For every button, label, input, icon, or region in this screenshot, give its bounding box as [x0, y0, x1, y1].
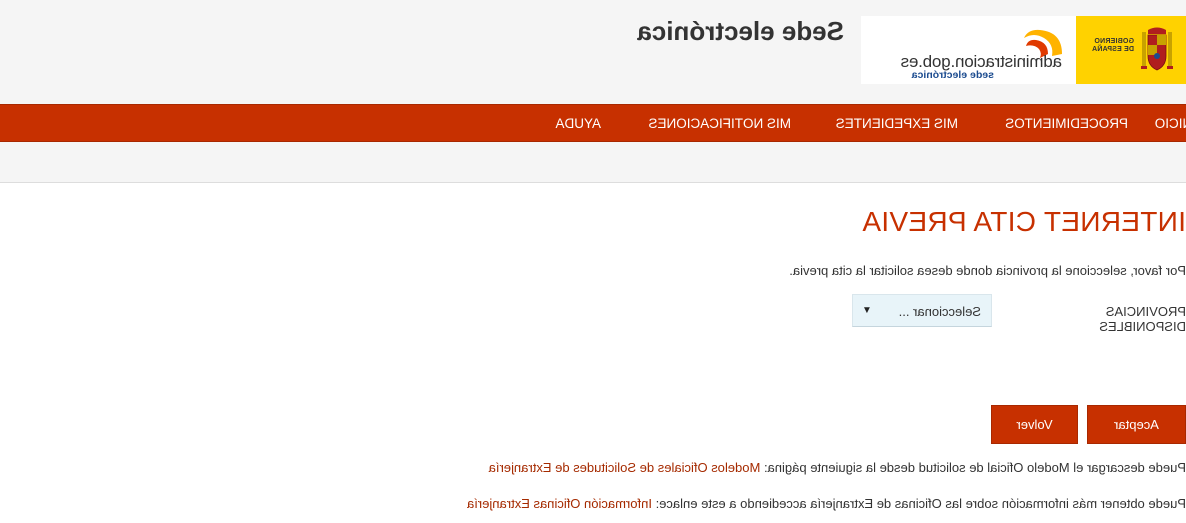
site-header: GOBIERNO DE ESPAÑA administracion.gob.es…: [0, 0, 1186, 104]
site-title: Sede electrónica: [637, 16, 844, 46]
coat-of-arms-icon: [1141, 27, 1173, 71]
province-field-label: PROVINCIAS DISPONIBLES: [1099, 304, 1186, 334]
instructions-text: Por favor, seleccione la provincia donde…: [789, 263, 1186, 278]
oficinas-extranjeria-link[interactable]: Información Oficinas Extranjería: [467, 496, 652, 511]
download-info-text: Puede descargar el Modelo Oficial de sol…: [760, 460, 1186, 475]
administracion-logo[interactable]: administracion.gob.es sede electrónica: [861, 16, 1076, 84]
page-title: INTERNET CITA PREVIA: [862, 206, 1186, 237]
main-nav: INICIO PROCEDIMIENTOS MIS EXPEDIENTES MI…: [0, 104, 1186, 142]
modelos-oficiales-link[interactable]: Modelos Oficiales de Solicitudes de Extr…: [489, 460, 761, 475]
page-root: GOBIERNO DE ESPAÑA administracion.gob.es…: [0, 0, 1186, 523]
gobierno-logo[interactable]: GOBIERNO DE ESPAÑA: [1076, 16, 1186, 84]
nav-item-mis-expedientes[interactable]: MIS EXPEDIENTES: [836, 116, 958, 131]
nav-item-ayuda[interactable]: AYUDA: [555, 116, 601, 131]
province-select-value: Seleccionar ...: [898, 304, 981, 319]
gobierno-text: GOBIERNO DE ESPAÑA: [1091, 38, 1134, 53]
nav-item-procedimientos[interactable]: PROCEDIMIENTOS: [1005, 116, 1128, 131]
province-select[interactable]: Seleccionar ... ▼: [852, 294, 992, 327]
offices-info-text: Puede obtener más información sobre las …: [651, 496, 1186, 511]
download-info: Puede descargar el Modelo Oficial de sol…: [489, 460, 1186, 475]
caret-down-icon: ▼: [862, 305, 872, 316]
back-button[interactable]: Volver: [991, 405, 1078, 444]
sub-navbar: [0, 142, 1186, 183]
offices-info: Puede obtener más información sobre las …: [467, 496, 1186, 511]
nav-item-inicio[interactable]: INICIO: [1155, 116, 1186, 131]
accept-button[interactable]: Aceptar: [1087, 405, 1186, 444]
administracion-subtitle: sede electrónica: [911, 69, 994, 81]
nav-item-mis-notificaciones[interactable]: MIS NOTIFICACIONES: [648, 116, 791, 131]
